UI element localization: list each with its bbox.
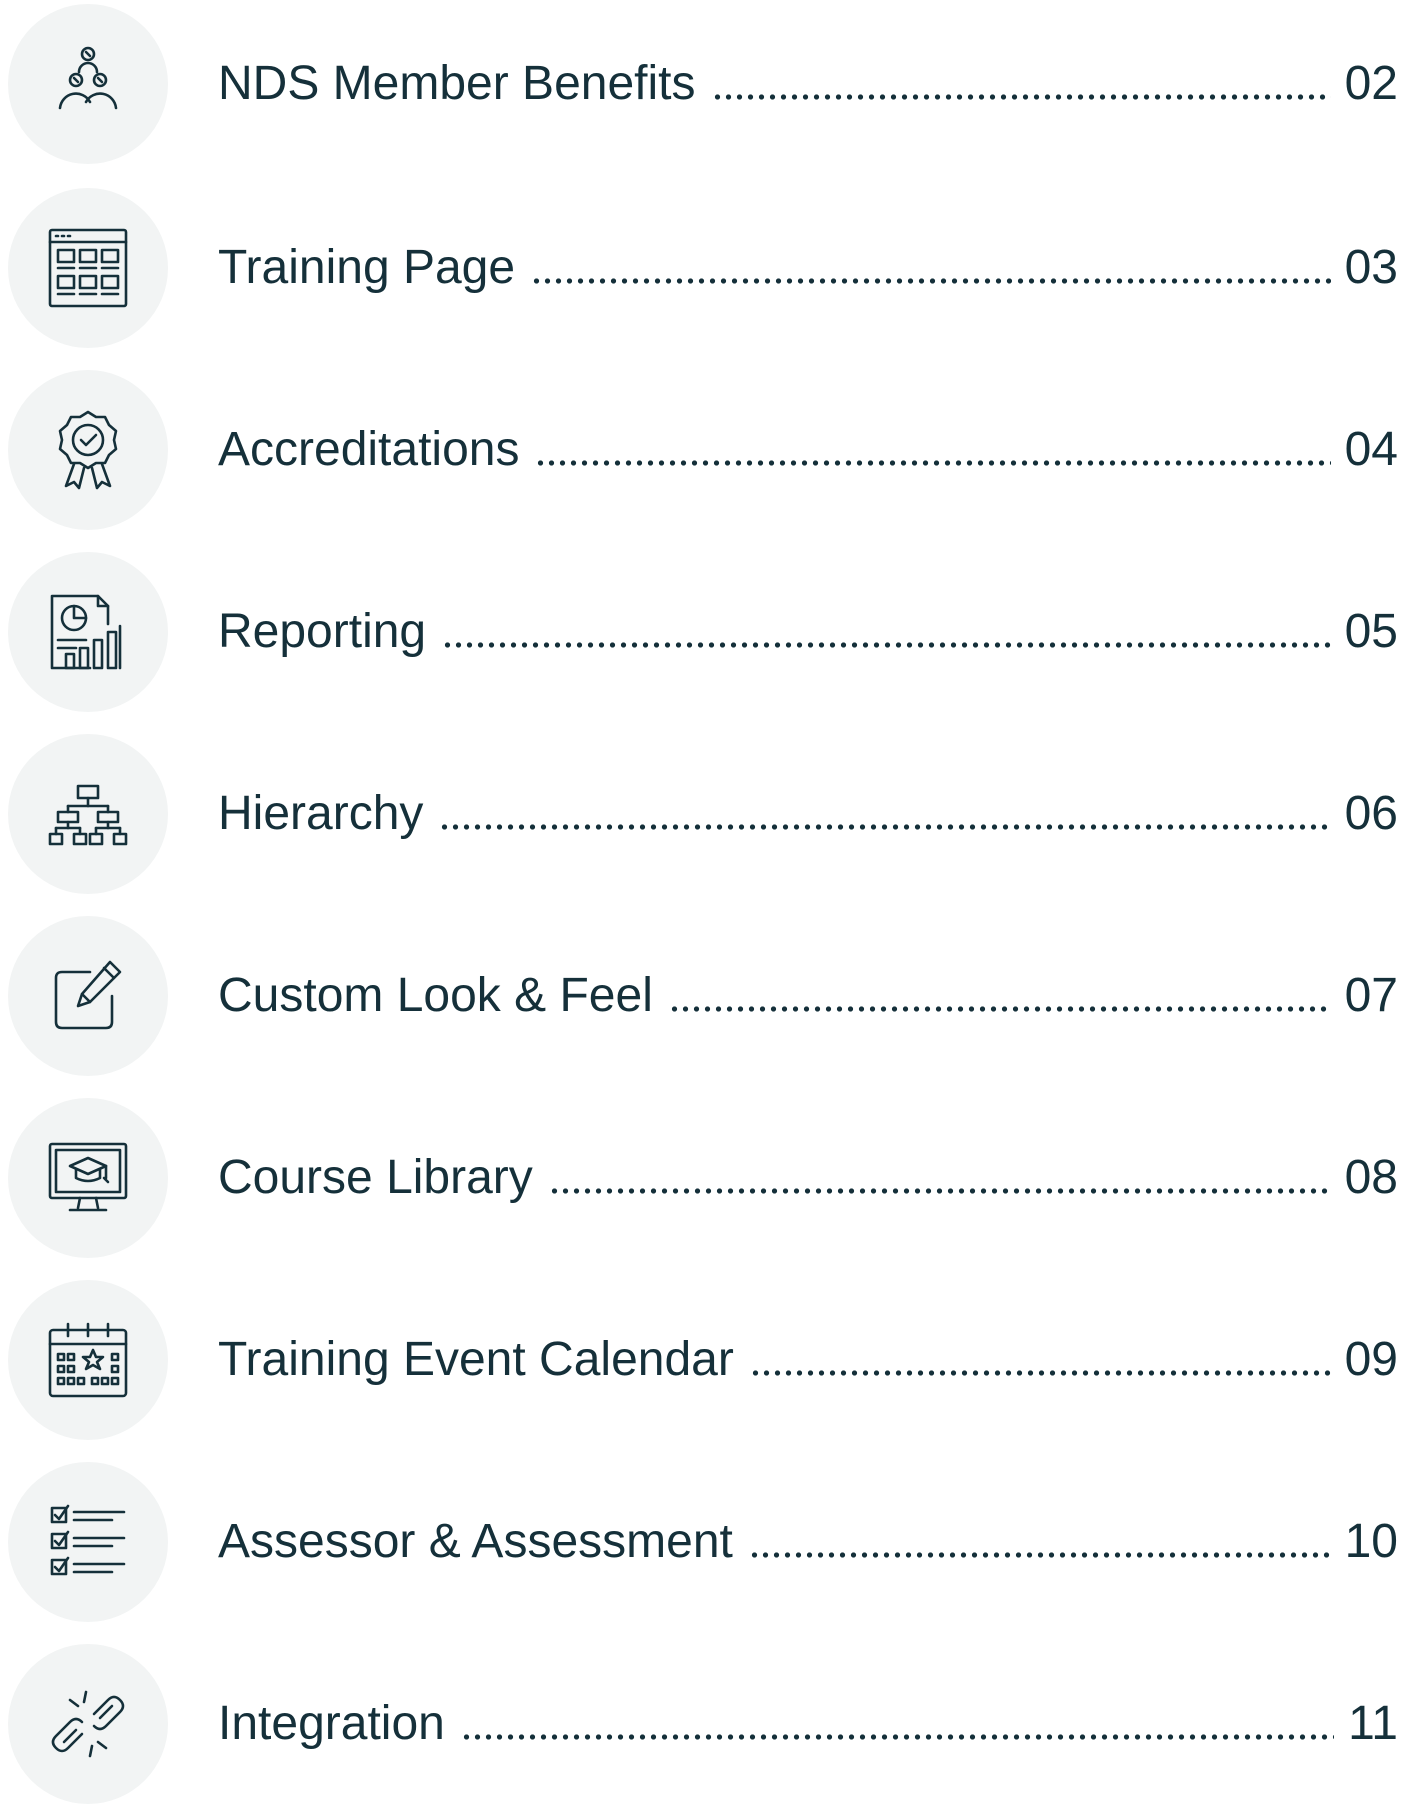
toc-entry-line: Integration 11 [218, 1694, 1398, 1754]
toc-page-number: 10 [1344, 1515, 1398, 1568]
dot-leader [748, 1552, 1331, 1558]
toc-entry-training-event-calendar[interactable]: Training Event Calendar 09 [0, 1280, 1418, 1440]
toc-entry-line: Training Event Calendar 09 [218, 1330, 1398, 1390]
toc-entry-title: Integration [218, 1697, 445, 1750]
award-badge-icon [8, 370, 168, 530]
toc-entry-title: Assessor & Assessment [218, 1515, 733, 1568]
dot-leader [548, 1188, 1331, 1194]
toc-entry-line: NDS Member Benefits 02 [218, 54, 1398, 114]
toc-entry-integration[interactable]: Integration 11 [0, 1644, 1418, 1804]
dot-leader [749, 1370, 1331, 1376]
toc-entry-title: NDS Member Benefits [218, 57, 696, 110]
calendar-star-icon [8, 1280, 168, 1440]
dot-leader [460, 1734, 1335, 1740]
toc-entry-reporting[interactable]: Reporting 05 [0, 552, 1418, 712]
toc-entry-line: Training Page 03 [218, 238, 1398, 298]
toc-page-number: 02 [1344, 57, 1398, 110]
toc-entry-hierarchy[interactable]: Hierarchy 06 [0, 734, 1418, 894]
dot-leader [531, 278, 1331, 284]
toc-page-number: 06 [1344, 787, 1398, 840]
toc-entry-line: Hierarchy 06 [218, 784, 1398, 844]
broken-link-icon [8, 1644, 168, 1804]
toc-entry-line: Course Library 08 [218, 1148, 1398, 1208]
toc-entry-line: Accreditations 04 [218, 420, 1398, 480]
toc-entry-title: Course Library [218, 1151, 533, 1204]
dot-leader [668, 1006, 1331, 1012]
toc-page-number: 08 [1344, 1151, 1398, 1204]
toc-entry-training-page[interactable]: Training Page 03 [0, 188, 1418, 348]
toc-page-number: 11 [1348, 1697, 1398, 1750]
org-chart-icon [8, 734, 168, 894]
toc-entry-member-benefits[interactable]: NDS Member Benefits 02 [0, 4, 1418, 164]
toc-entry-assessor-assessment[interactable]: Assessor & Assessment 10 [0, 1462, 1418, 1622]
edit-pencil-icon [8, 916, 168, 1076]
toc-entry-line: Reporting 05 [218, 602, 1398, 662]
toc-entry-accreditations[interactable]: Accreditations 04 [0, 370, 1418, 530]
checklist-icon [8, 1462, 168, 1622]
people-network-icon [8, 4, 168, 164]
toc-entry-custom-look-feel[interactable]: Custom Look & Feel 07 [0, 916, 1418, 1076]
dot-leader [439, 824, 1331, 830]
monitor-graduation-icon [8, 1098, 168, 1258]
table-of-contents: NDS Member Benefits 02 Training Page 03 … [0, 0, 1418, 1804]
toc-entry-title: Accreditations [218, 423, 520, 476]
toc-entry-title: Custom Look & Feel [218, 969, 653, 1022]
report-document-icon [8, 552, 168, 712]
toc-page-number: 04 [1344, 423, 1398, 476]
toc-entry-title: Training Event Calendar [218, 1333, 734, 1386]
toc-page-number: 05 [1344, 605, 1398, 658]
toc-entry-course-library[interactable]: Course Library 08 [0, 1098, 1418, 1258]
toc-page-number: 09 [1344, 1333, 1398, 1386]
toc-entry-line: Assessor & Assessment 10 [218, 1512, 1398, 1572]
toc-entry-title: Training Page [218, 241, 516, 294]
browser-grid-icon [8, 188, 168, 348]
toc-page-number: 03 [1344, 241, 1398, 294]
dot-leader [442, 642, 1331, 648]
dot-leader [535, 460, 1331, 466]
toc-entry-line: Custom Look & Feel 07 [218, 966, 1398, 1026]
toc-page-number: 07 [1344, 969, 1398, 1022]
toc-entry-title: Hierarchy [218, 787, 424, 840]
toc-entry-title: Reporting [218, 605, 427, 658]
dot-leader [711, 94, 1331, 100]
